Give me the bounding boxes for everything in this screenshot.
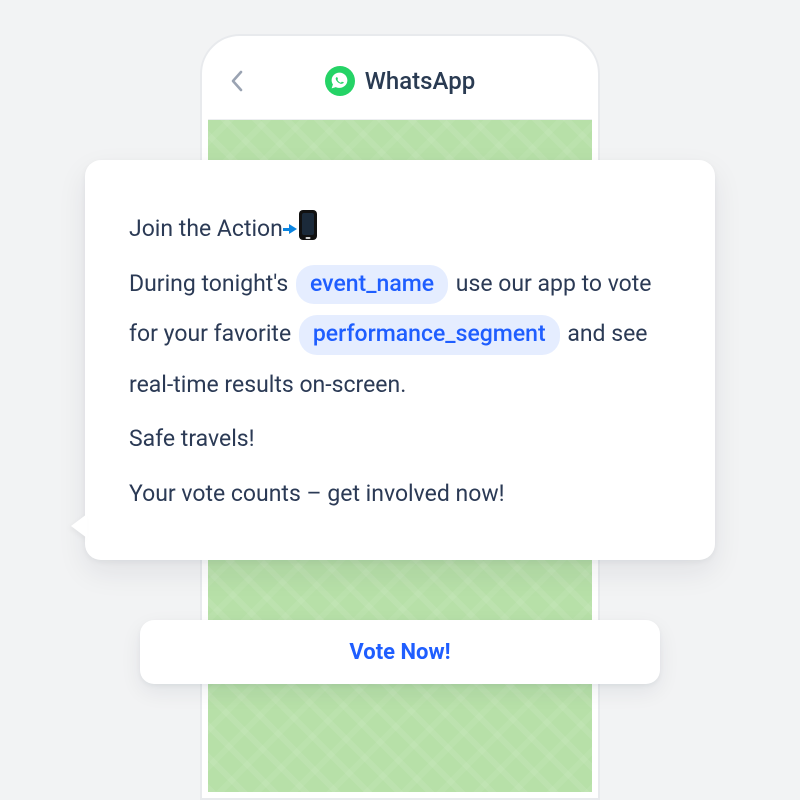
message-line-3: Safe travels! (129, 414, 671, 465)
whatsapp-logo-icon (325, 66, 355, 96)
chevron-left-icon (230, 70, 244, 92)
message-bubble: Join the Action During tonight's event_n… (85, 160, 715, 560)
message-headline: Join the Action (129, 215, 283, 242)
message-content: Join the Action During tonight's event_n… (129, 204, 671, 520)
vote-now-label: Vote Now! (349, 640, 450, 665)
message-body-pre: During tonight's (129, 270, 294, 297)
app-title: WhatsApp (365, 67, 475, 95)
vote-now-button[interactable]: Vote Now! (140, 620, 660, 684)
arrow-right-icon (289, 224, 297, 234)
app-header: WhatsApp (208, 42, 592, 120)
variable-chip-performance-segment[interactable]: performance_segment (299, 315, 560, 355)
back-button[interactable] (230, 70, 244, 92)
bubble-tail (71, 514, 87, 538)
phone-icon (299, 210, 317, 240)
variable-chip-event-name[interactable]: event_name (296, 265, 448, 305)
header-title-group: WhatsApp (325, 66, 475, 96)
message-line-4: Your vote counts – get involved now! (129, 469, 671, 520)
